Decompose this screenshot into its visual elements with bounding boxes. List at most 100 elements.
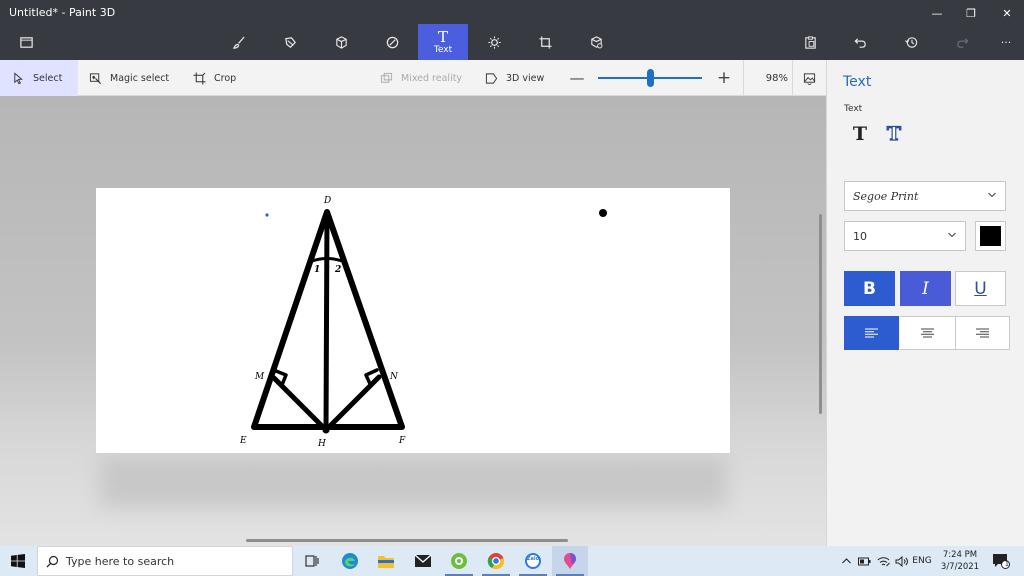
magic-select-button[interactable]: Magic select (89, 60, 169, 96)
zalo-label: Zalo (526, 556, 540, 562)
crop-icon (193, 71, 206, 85)
battery-button[interactable] (856, 546, 872, 576)
task-view-button[interactable] (294, 546, 330, 576)
font-size-select[interactable]: 10 (844, 221, 966, 251)
horizontal-scrollbar[interactable] (246, 539, 568, 542)
align-right-icon (976, 328, 989, 338)
zalo-app[interactable]: Zalo (515, 546, 551, 576)
text-2d-button[interactable]: T (849, 122, 871, 146)
action-center-button[interactable]: 1 (990, 546, 1012, 576)
underline-button[interactable]: U (955, 271, 1006, 306)
triangle-drawing: D M N E H F 1 2 (239, 196, 607, 449)
stickers-tool[interactable] (368, 24, 416, 60)
mixed-reality-icon (380, 72, 393, 83)
vertical-scrollbar[interactable] (819, 214, 822, 414)
label-n: N (389, 372, 399, 382)
align-left-button[interactable] (844, 316, 899, 350)
zoom-in-button[interactable]: + (717, 60, 731, 96)
panel-title: Text (843, 74, 872, 90)
mail-app[interactable] (405, 546, 441, 576)
undo-button[interactable] (836, 24, 884, 60)
zoom-out-button[interactable]: — (570, 60, 585, 96)
minimize-button[interactable]: — (920, 2, 954, 24)
shapes-3d-tool[interactable] (317, 24, 365, 60)
coccoc-icon (451, 553, 467, 569)
shapes-2d-tool[interactable] (266, 24, 314, 60)
more-button[interactable]: ··· (982, 24, 1024, 60)
close-button[interactable]: ✕ (990, 2, 1024, 24)
text-tool[interactable]: T Text (418, 24, 468, 60)
taskbar-clock[interactable]: 7:24 PM 3/7/2021 (934, 549, 986, 573)
view-3d-icon (485, 72, 498, 84)
mixed-reality-button[interactable]: Mixed reality (380, 60, 462, 96)
label-d: D (323, 196, 331, 206)
crop-label: Crop (214, 72, 237, 84)
altitude-line (323, 209, 330, 433)
view-3d-button[interactable]: 3D view (485, 60, 544, 96)
canvas-tool[interactable] (521, 24, 569, 60)
text-panel: Text Text T T Segoe Print 10 B I U (826, 60, 1024, 546)
cursor-icon (14, 71, 23, 84)
file-explorer-icon (378, 556, 394, 568)
chevron-down-icon (948, 232, 956, 238)
toolbar-divider (743, 60, 744, 96)
file-explorer-app[interactable] (368, 546, 404, 576)
magic-select-label: Magic select (110, 72, 170, 84)
volume-icon (895, 555, 908, 567)
italic-button[interactable]: I (900, 271, 951, 306)
wifi-button[interactable] (875, 546, 891, 576)
history-button[interactable] (887, 24, 935, 60)
chrome-icon (487, 553, 505, 570)
brush-icon (232, 35, 245, 49)
wifi-icon (877, 556, 890, 566)
effects-tool[interactable] (470, 24, 518, 60)
mail-icon (414, 554, 432, 567)
start-button[interactable] (0, 546, 36, 576)
paste-button[interactable] (786, 24, 834, 60)
bold-button[interactable]: B (844, 271, 895, 306)
chevron-down-icon (988, 192, 996, 198)
label-h: H (317, 439, 326, 449)
tray-overflow-button[interactable] (838, 546, 854, 576)
input-language[interactable]: ENG (910, 546, 934, 576)
shapes-2d-icon (284, 36, 296, 48)
folder-icon (19, 36, 33, 48)
text-icon: T (437, 27, 448, 46)
font-family-select[interactable]: Segoe Print (844, 181, 1006, 211)
align-right-button[interactable] (955, 316, 1010, 350)
panel-subtitle: Text (844, 104, 863, 114)
library-3d-tool[interactable] (572, 24, 620, 60)
select-button[interactable]: Select (0, 60, 78, 96)
crop-button[interactable]: Crop (193, 60, 236, 96)
text-color-swatch[interactable] (975, 221, 1006, 251)
search-icon (46, 555, 59, 568)
menu-button[interactable] (2, 24, 50, 60)
paste-icon (804, 35, 816, 49)
label-angle-2: 2 (334, 265, 341, 275)
zoom-slider-thumb[interactable] (647, 69, 654, 87)
align-center-icon (921, 328, 934, 338)
workspace[interactable]: D M N E H F 1 2 (0, 96, 826, 546)
restore-button[interactable]: ❐ (954, 2, 988, 24)
label-e: E (239, 436, 247, 446)
paint3d-app[interactable] (552, 546, 588, 576)
chrome-app[interactable] (478, 546, 514, 576)
image-view-icon (803, 72, 816, 85)
redo-button[interactable] (938, 24, 986, 60)
edge-app[interactable] (332, 546, 368, 576)
sticker-icon (386, 36, 398, 48)
taskbar-search[interactable]: Type here to search (37, 546, 293, 576)
coccoc-app[interactable] (441, 546, 477, 576)
drawing-canvas[interactable]: D M N E H F 1 2 (96, 188, 730, 453)
text-3d-button[interactable]: T (883, 122, 905, 146)
align-left-icon (865, 328, 878, 338)
canvas-view-button[interactable] (792, 60, 826, 96)
volume-button[interactable] (893, 546, 909, 576)
notification-count: 1 (1004, 560, 1010, 568)
view-3d-label: 3D view (506, 72, 545, 84)
brushes-tool[interactable] (215, 24, 263, 60)
label-angle-1: 1 (314, 265, 320, 275)
align-center-button[interactable] (900, 316, 955, 350)
canvas-shadow (100, 458, 726, 508)
label-m: M (254, 372, 265, 382)
